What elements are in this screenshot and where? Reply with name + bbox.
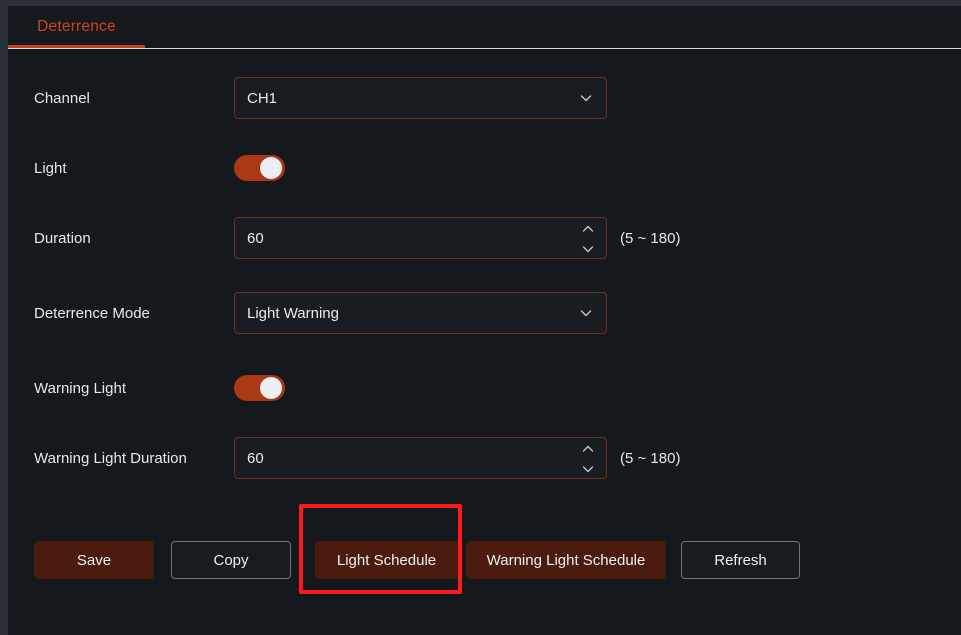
app-screen: Deterrence Channel CH1 Light Duration 60…: [0, 0, 961, 635]
light-toggle[interactable]: [234, 155, 285, 181]
deterrence-mode-select-value: Light Warning: [247, 304, 339, 322]
save-button[interactable]: Save: [34, 541, 154, 579]
row-channel: Channel CH1: [8, 77, 961, 119]
warning-light-toggle-knob: [260, 377, 282, 399]
window-left-gutter: [0, 0, 8, 635]
control-deterrence-mode: Light Warning: [234, 292, 607, 334]
light-schedule-button[interactable]: Light Schedule: [315, 541, 458, 579]
row-light: Light: [8, 148, 961, 188]
row-warning-light-duration: Warning Light Duration 60 (5 ~ 180): [8, 437, 961, 479]
control-channel: CH1: [234, 77, 607, 119]
label-warning-light: Warning Light: [34, 379, 126, 397]
chevron-up-icon[interactable]: [580, 442, 596, 454]
control-warning-light-duration: [234, 437, 607, 479]
warning-light-schedule-button-label: Warning Light Schedule: [486, 551, 646, 569]
label-channel: Channel: [34, 89, 90, 107]
label-warning-light-duration: Warning Light Duration: [34, 449, 187, 467]
chevron-down-icon: [579, 306, 593, 320]
chevron-down-icon: [579, 91, 593, 105]
copy-button[interactable]: Copy: [171, 541, 291, 579]
duration-number-field[interactable]: [234, 217, 607, 259]
label-light: Light: [34, 159, 67, 177]
warning-light-schedule-button[interactable]: Warning Light Schedule: [466, 541, 666, 579]
row-duration: Duration 60 (5 ~ 180): [8, 217, 961, 259]
warning-light-duration-range-hint: (5 ~ 180): [620, 449, 681, 467]
duration-input[interactable]: [235, 228, 569, 248]
action-button-row: Save Copy Light Schedule Warning Light S…: [8, 532, 961, 592]
duration-stepper[interactable]: [580, 222, 596, 254]
warning-light-duration-number-field[interactable]: [234, 437, 607, 479]
tab-bar: Deterrence: [8, 6, 961, 49]
channel-select-value: CH1: [247, 89, 278, 107]
light-toggle-knob: [260, 157, 282, 179]
row-warning-light: Warning Light: [8, 368, 961, 408]
control-warning-light: [234, 375, 285, 401]
warning-light-toggle[interactable]: [234, 375, 285, 401]
refresh-button-label: Refresh: [714, 551, 767, 569]
deterrence-panel: Deterrence Channel CH1 Light Duration 60…: [8, 6, 961, 635]
deterrence-mode-select[interactable]: Light Warning: [234, 292, 607, 334]
control-light: [234, 155, 285, 181]
light-schedule-button-label: Light Schedule: [336, 551, 437, 569]
control-duration: [234, 217, 607, 259]
label-deterrence-mode: Deterrence Mode: [34, 304, 150, 322]
warning-light-duration-stepper[interactable]: [580, 442, 596, 474]
save-button-label: Save: [76, 551, 112, 569]
refresh-button[interactable]: Refresh: [681, 541, 800, 579]
deterrence-form: Channel CH1 Light Duration 60 (5 ~ 180) …: [8, 49, 961, 635]
duration-range-hint: (5 ~ 180): [620, 229, 681, 247]
label-duration: Duration: [34, 229, 91, 247]
copy-button-label: Copy: [213, 551, 249, 569]
warning-light-duration-input[interactable]: [235, 448, 569, 468]
chevron-up-icon[interactable]: [580, 222, 596, 234]
chevron-down-icon[interactable]: [580, 462, 596, 474]
tab-deterrence-label: Deterrence: [37, 17, 116, 35]
tab-deterrence[interactable]: Deterrence: [8, 6, 145, 47]
row-deterrence-mode: Deterrence Mode Light Warning: [8, 292, 961, 334]
channel-select[interactable]: CH1: [234, 77, 607, 119]
chevron-down-icon[interactable]: [580, 242, 596, 254]
